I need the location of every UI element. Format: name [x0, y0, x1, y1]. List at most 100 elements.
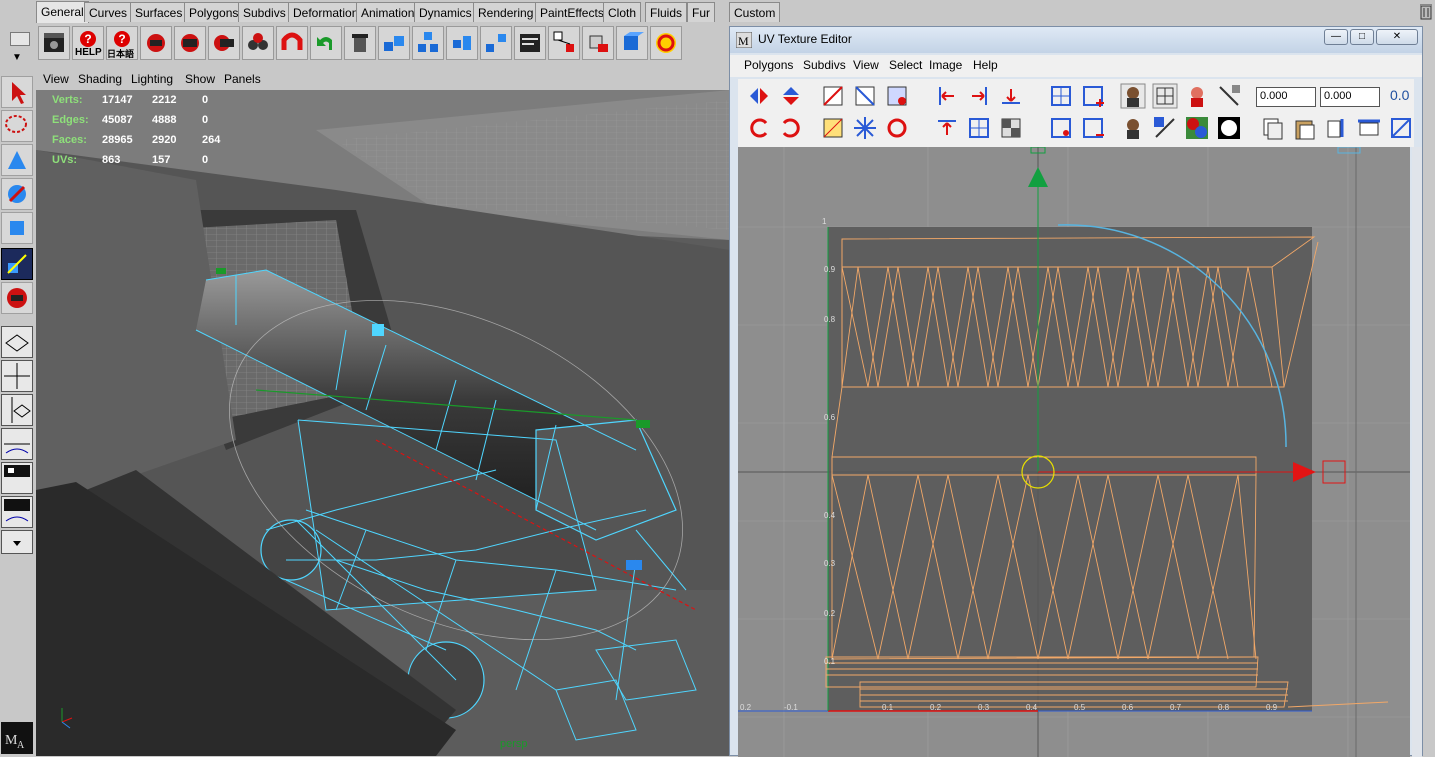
viewport-menu-panels[interactable]: Panels [224, 72, 261, 86]
uv-menu-view[interactable]: View [853, 58, 879, 72]
layout-hypershade-button[interactable] [1, 462, 33, 494]
shelf-cubes1-button[interactable] [378, 26, 410, 60]
tab-dynamics[interactable]: Dynamics [414, 2, 477, 22]
scale-tool[interactable] [1, 248, 33, 280]
rgb-channel-icon[interactable] [1184, 115, 1210, 141]
shelf-magnet-button[interactable] [276, 26, 308, 60]
tab-cloth[interactable]: Cloth [603, 2, 642, 22]
shelf-help-jp-button[interactable]: ? 日本語 [106, 26, 138, 60]
snap-icon[interactable] [1216, 83, 1242, 109]
layout-single-button[interactable] [1, 326, 33, 358]
lasso-tool[interactable] [1, 110, 33, 142]
shelf-clapper-button[interactable] [38, 26, 70, 60]
relax-uv-icon[interactable] [884, 115, 910, 141]
shelf-binoculars-button[interactable] [242, 26, 274, 60]
uv-vertical-scrollbar[interactable] [1412, 147, 1422, 757]
viewport-menu-show[interactable]: Show [185, 72, 215, 86]
uv-menu-image[interactable]: Image [929, 58, 962, 72]
checker-icon[interactable] [998, 115, 1024, 141]
filter-image-icon[interactable] [1184, 83, 1210, 109]
paste-uv-icon[interactable] [1292, 115, 1318, 141]
shelf-help-button[interactable]: ? HELP [72, 26, 104, 60]
alpha-channel-icon[interactable] [1216, 115, 1242, 141]
flip-v-icon[interactable] [778, 83, 804, 109]
paste-u-icon[interactable] [1324, 115, 1350, 141]
paste-v-icon[interactable] [1356, 115, 1382, 141]
copy-uv-icon[interactable] [1260, 115, 1286, 141]
tab-painteffects[interactable]: PaintEffects [535, 2, 609, 22]
uv-menu-help[interactable]: Help [973, 58, 998, 72]
shelf-attribute-button[interactable] [582, 26, 614, 60]
layout-graph-button[interactable] [1, 428, 33, 460]
viewport-menu-lighting[interactable]: Lighting [131, 72, 173, 86]
viewport-menu-shading[interactable]: Shading [78, 72, 122, 86]
uv-entry-mode-button[interactable]: 0.0 [1390, 87, 1409, 103]
align-right-icon[interactable] [966, 83, 992, 109]
v-coordinate-field[interactable]: 0.000 [1320, 87, 1380, 107]
tab-polygons[interactable]: Polygons [184, 2, 244, 22]
shelf-jumper-button[interactable] [140, 26, 172, 60]
cut-uv-icon[interactable] [820, 83, 846, 109]
close-button[interactable]: ✕ [1376, 29, 1418, 45]
tab-general[interactable]: General [36, 1, 89, 23]
minimize-button[interactable]: — [1324, 29, 1348, 45]
u-coordinate-field[interactable]: 0.000 [1256, 87, 1316, 107]
align-top-icon[interactable] [934, 115, 960, 141]
shelf-stop-button[interactable] [650, 26, 682, 60]
uv-menu-subdivs[interactable]: Subdivs [803, 58, 846, 72]
layout-outliner-button[interactable] [1, 394, 33, 426]
trash-icon[interactable] [1419, 2, 1433, 20]
paint-select-tool[interactable] [1, 144, 33, 176]
grid-toggle-icon[interactable] [1048, 115, 1074, 141]
shelf-camera-button[interactable] [174, 26, 206, 60]
shelf-menu-arrow-icon[interactable]: ▼ [12, 52, 22, 63]
grid-remove-icon[interactable] [1080, 115, 1106, 141]
shelf-bucket-button[interactable] [344, 26, 376, 60]
unfold-uv-icon[interactable] [852, 115, 878, 141]
move-tool[interactable] [1, 178, 33, 210]
tab-rendering[interactable]: Rendering [473, 2, 539, 22]
cycle-uv-icon[interactable] [1388, 115, 1414, 141]
rotate-cw-icon[interactable] [778, 115, 804, 141]
layout-menu-button[interactable] [1, 530, 33, 554]
viewport-menu-view[interactable]: View [43, 72, 69, 86]
uv-menu-select[interactable]: Select [889, 58, 922, 72]
tab-fur[interactable]: Fur [687, 2, 715, 22]
rotate-tool[interactable] [1, 212, 33, 244]
shelf-outliner-button[interactable] [514, 26, 546, 60]
image-display-icon[interactable] [1120, 83, 1146, 109]
layout-uv-icon[interactable] [820, 115, 846, 141]
shelf-camera-aim-button[interactable] [208, 26, 240, 60]
tab-curves[interactable]: Curves [84, 2, 133, 22]
align-bottom-icon[interactable] [998, 83, 1024, 109]
shelf-cubes4-button[interactable] [480, 26, 512, 60]
select-tool[interactable] [1, 76, 33, 108]
uv-editor-titlebar[interactable]: M UV Texture Editor — □ ✕ [730, 27, 1422, 53]
tab-fluids[interactable]: Fluids [645, 2, 688, 22]
shelf-cubes2-button[interactable] [412, 26, 444, 60]
maximize-button[interactable]: □ [1350, 29, 1374, 45]
tab-deformation[interactable]: Deformation [288, 2, 364, 22]
move-sew-icon[interactable] [884, 83, 910, 109]
grid-add-icon[interactable] [1080, 83, 1106, 109]
tab-animation[interactable]: Animation [356, 2, 420, 22]
uv-canvas[interactable]: 1 0.9 0.8 0.6 0.4 0.3 0.2 0.1 0.2 0.3 0.… [738, 147, 1410, 757]
layout-four-button[interactable] [1, 360, 33, 392]
rotate-ccw-icon[interactable] [746, 115, 772, 141]
layout-persp-graph-button[interactable] [1, 496, 33, 528]
shaded-uv-icon[interactable] [1152, 115, 1178, 141]
uv-menu-polygons[interactable]: Polygons [744, 58, 793, 72]
shelf-cubes3-button[interactable] [446, 26, 478, 60]
image-dim-icon[interactable] [1120, 115, 1146, 141]
perspective-viewport[interactable]: Verts: 17147 2212 0 Edges: 45087 4888 0 Faces:… [36, 90, 730, 756]
tab-subdivs[interactable]: Subdivs [238, 2, 291, 22]
tab-custom[interactable]: Custom [729, 2, 781, 22]
flip-u-icon[interactable] [746, 83, 772, 109]
align-left-icon[interactable] [934, 83, 960, 109]
grid-select-icon[interactable] [1048, 83, 1074, 109]
sew-uv-icon[interactable] [852, 83, 878, 109]
shelf-undo-button[interactable] [310, 26, 342, 60]
last-tool[interactable] [1, 282, 33, 314]
grid-uv-icon[interactable] [966, 115, 992, 141]
shelf-cube-blue-button[interactable] [616, 26, 648, 60]
